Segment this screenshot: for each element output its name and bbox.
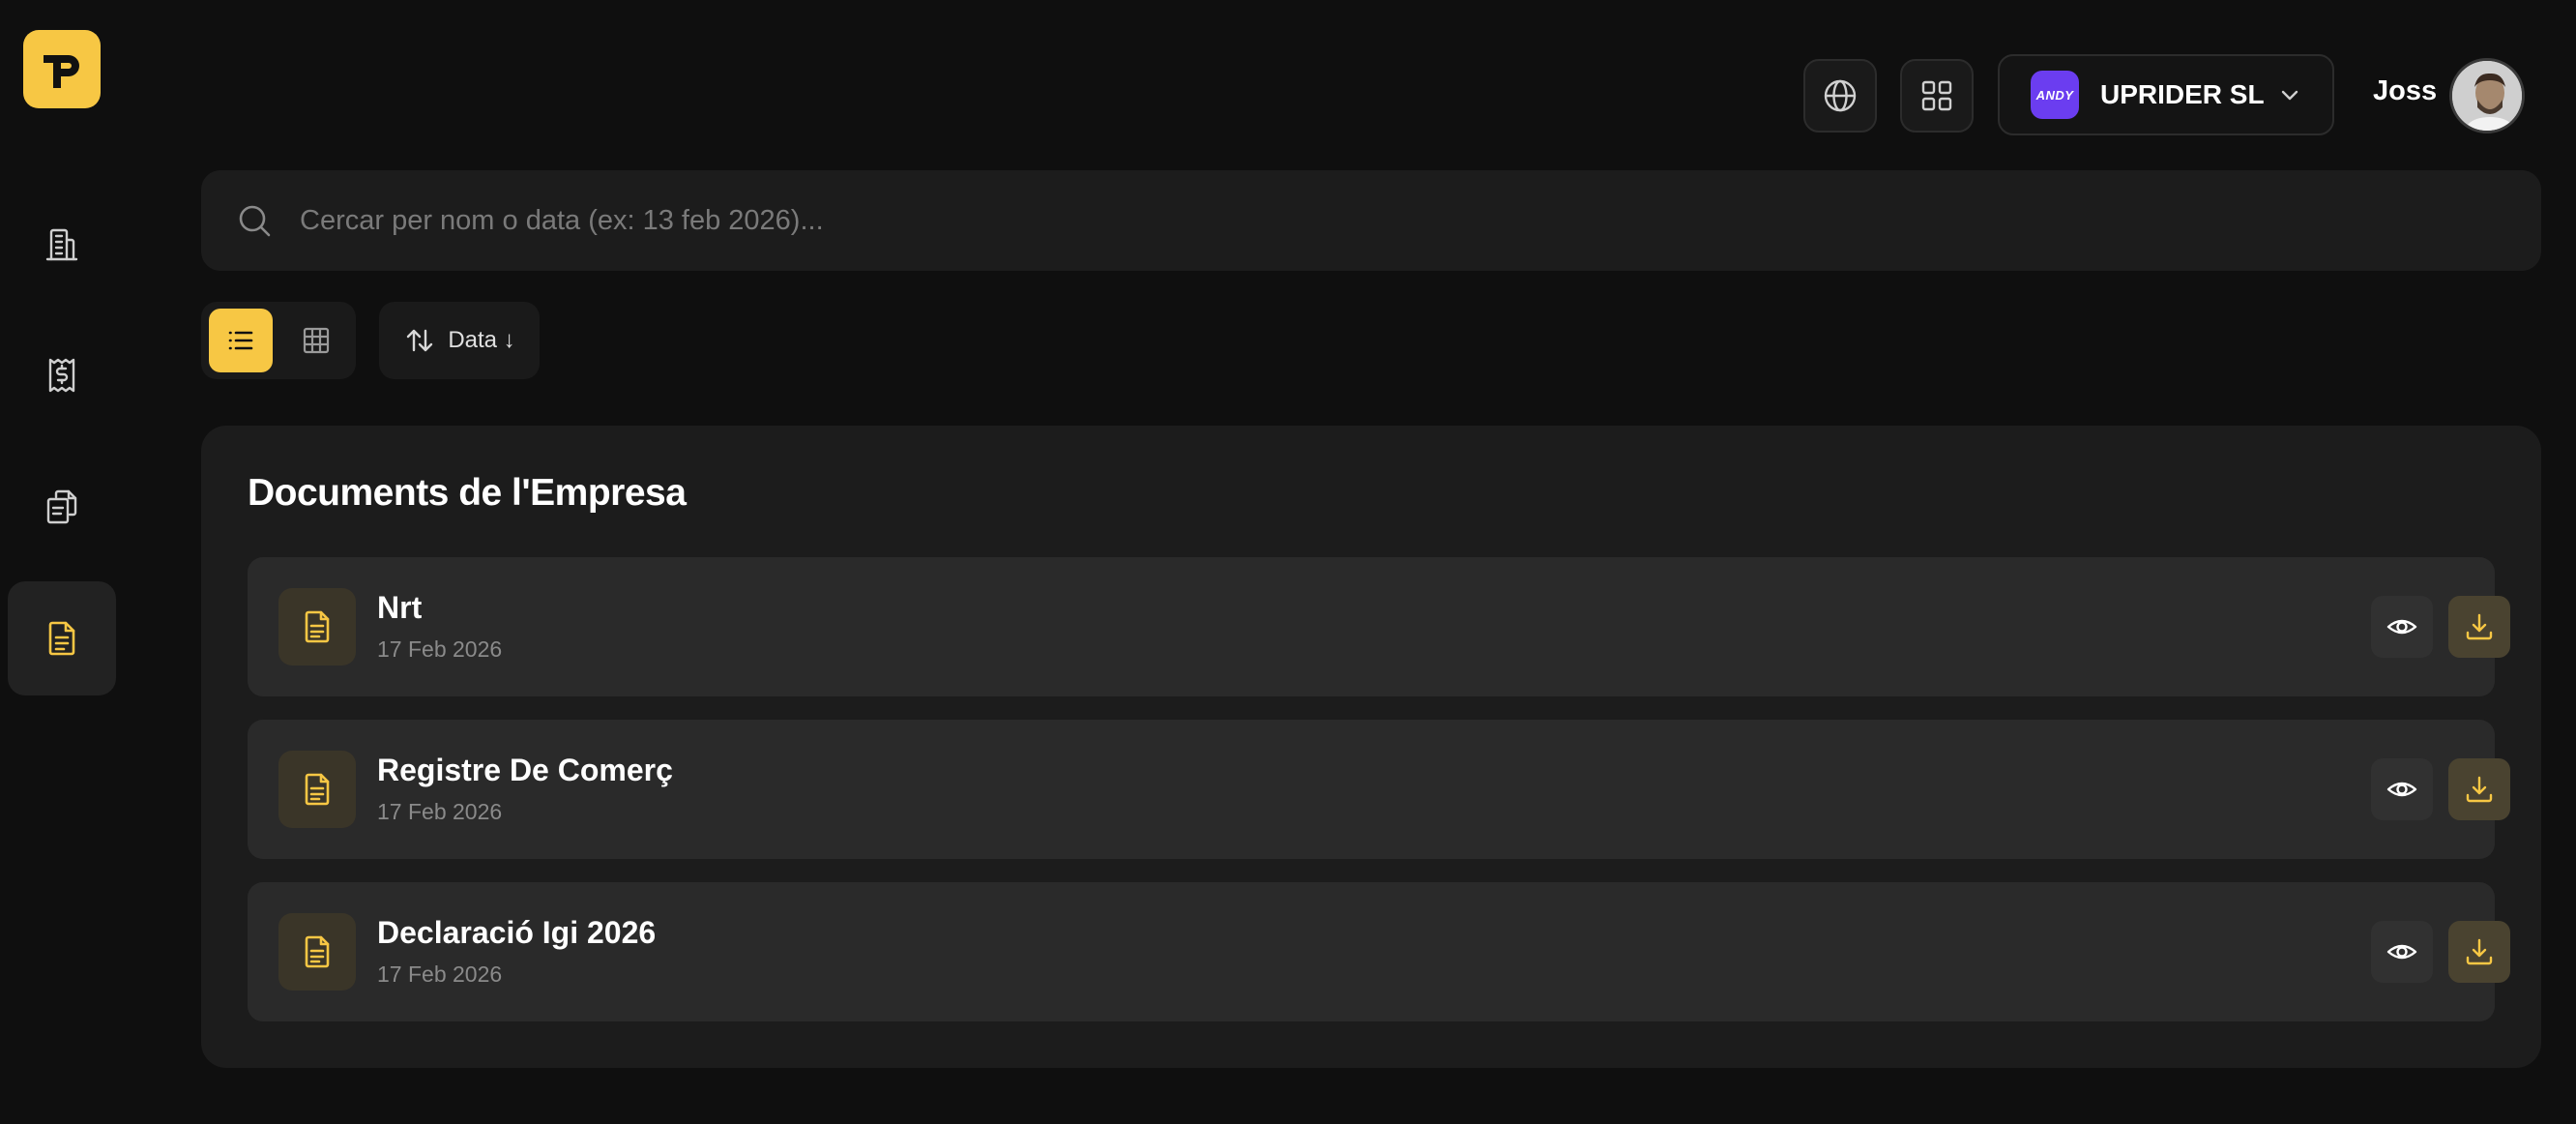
- sidebar-item-documents[interactable]: [8, 581, 116, 695]
- view-document-button[interactable]: [2371, 758, 2433, 820]
- document-icon: [48, 621, 75, 656]
- document-name: Declaració Igi 2026: [377, 915, 657, 950]
- download-document-button[interactable]: [2448, 758, 2510, 820]
- app-logo[interactable]: [23, 30, 101, 108]
- eye-icon: [2386, 619, 2417, 635]
- globe-icon: [1824, 79, 1857, 112]
- table-grid-icon: [303, 327, 330, 354]
- download-document-button[interactable]: [2448, 921, 2510, 983]
- list-icon: [228, 331, 253, 350]
- eye-icon: [2386, 944, 2417, 960]
- avatar[interactable]: [2449, 58, 2525, 133]
- search-icon: [239, 205, 271, 237]
- document-date: 17 Feb 2026: [377, 961, 503, 987]
- receipt-dollar-icon: [48, 358, 75, 393]
- grid-icon: [1921, 80, 1952, 111]
- search-bar: [201, 170, 2541, 271]
- view-document-button[interactable]: [2371, 596, 2433, 658]
- download-icon: [2466, 613, 2493, 640]
- search-input[interactable]: [298, 192, 2541, 250]
- document-date: 17 Feb 2026: [377, 636, 503, 662]
- p-monogram-logo-icon: [44, 54, 79, 88]
- sidebar-item-companies[interactable]: [8, 187, 116, 301]
- sidebar-item-invoices[interactable]: [8, 318, 116, 432]
- company-name: UPRIDER SL: [2100, 79, 2265, 109]
- document-name: Registre De Comerç: [377, 753, 673, 787]
- file-icon-badge: [278, 913, 356, 991]
- documents-panel: Documents de l'Empresa Nrt 17 Feb 2026 R…: [201, 426, 2541, 1068]
- sort-arrows-icon: [407, 329, 433, 352]
- file-icon-badge: [278, 588, 356, 666]
- list-item[interactable]: Declaració Igi 2026 17 Feb 2026: [248, 882, 2510, 1021]
- view-document-button[interactable]: [2371, 921, 2433, 983]
- panel-title: Documents de l'Empresa: [248, 472, 687, 514]
- apps-grid-button[interactable]: [1900, 59, 1974, 133]
- company-switcher[interactable]: ANDY UPRIDER SL: [1998, 54, 2334, 135]
- sort-label: Data ↓: [448, 327, 515, 353]
- file-text-icon: [305, 610, 330, 643]
- view-mode-toggle: [201, 302, 356, 379]
- document-name: Nrt: [377, 590, 423, 625]
- building-icon: [45, 228, 78, 261]
- file-text-icon: [305, 935, 330, 968]
- file-text-icon: [305, 773, 330, 806]
- list-view-button[interactable]: [209, 309, 273, 372]
- sidebar: [0, 0, 124, 1124]
- company-logo: ANDY: [2031, 71, 2079, 119]
- user-name: Joss: [2373, 75, 2438, 106]
- copy-documents-icon: [46, 489, 77, 524]
- language-button[interactable]: [1803, 59, 1877, 133]
- download-icon: [2466, 938, 2493, 965]
- eye-icon: [2386, 782, 2417, 797]
- sort-button[interactable]: Data ↓: [379, 302, 540, 379]
- list-item[interactable]: Registre De Comerç 17 Feb 2026: [248, 720, 2510, 859]
- download-icon: [2466, 776, 2493, 803]
- user-photo-icon: [2452, 61, 2522, 131]
- grid-view-button[interactable]: [284, 309, 348, 372]
- document-date: 17 Feb 2026: [377, 799, 503, 824]
- file-icon-badge: [278, 751, 356, 828]
- chevron-down-icon: [2281, 90, 2298, 101]
- sidebar-item-copies[interactable]: [8, 450, 116, 564]
- download-document-button[interactable]: [2448, 596, 2510, 658]
- list-item[interactable]: Nrt 17 Feb 2026: [248, 557, 2510, 696]
